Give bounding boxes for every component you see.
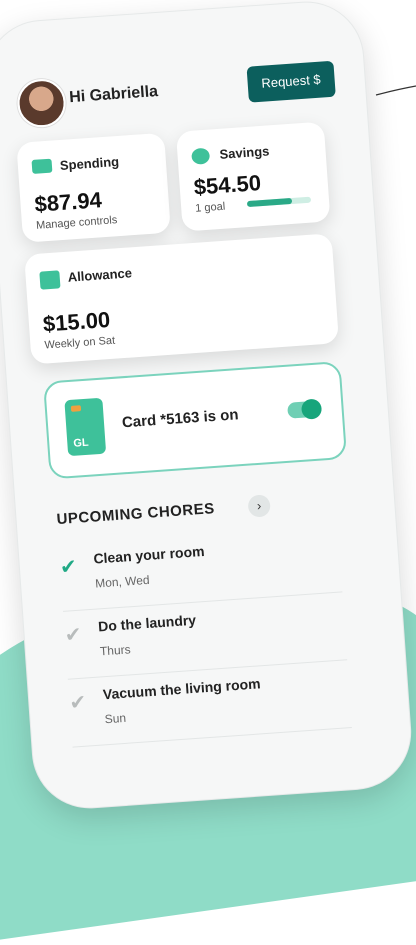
spending-title: Spending — [59, 153, 120, 174]
card-icon — [31, 158, 53, 174]
savings-progress — [246, 196, 312, 208]
card-status-label: Card *5163 is on — [121, 406, 240, 432]
request-money-button[interactable]: Request $ — [246, 60, 336, 103]
chore-title: Do the laundry — [97, 611, 197, 635]
card-brand: GL — [72, 436, 90, 450]
toggle-knob — [300, 398, 323, 420]
allowance-card[interactable]: Allowance $15.00 Weekly on Sat — [24, 233, 340, 365]
piggy-bank-icon — [191, 147, 211, 165]
card-status-panel: GL Card *5163 is on — [43, 360, 348, 480]
card-chip — [70, 405, 82, 412]
chores-heading: UPCOMING CHORES — [56, 500, 216, 529]
savings-amount: $54.50 — [192, 170, 262, 200]
phone-screen: Hi Gabriella Request $ Spending $87.94 M… — [0, 0, 416, 813]
check-icon: ✔ — [64, 623, 83, 647]
allowance-title: Allowance — [67, 265, 133, 285]
header: Hi Gabriella Request $ — [15, 57, 337, 129]
phone-mockup: Hi Gabriella Request $ Spending $87.94 M… — [0, 0, 416, 813]
chore-title: Vacuum the living room — [102, 675, 262, 703]
chore-days: Mon, Wed — [94, 572, 151, 591]
allowance-subtitle: Weekly on Sat — [44, 334, 116, 352]
greeting: Hi Gabriella — [68, 83, 159, 107]
allowance-amount: $15.00 — [42, 306, 111, 337]
card-toggle-switch[interactable] — [287, 398, 323, 420]
savings-title: Savings — [219, 143, 270, 162]
chore-days: Thurs — [99, 642, 132, 659]
check-icon: ✔ — [59, 555, 78, 579]
debit-card-icon: GL — [64, 397, 107, 457]
check-icon: ✔ — [68, 691, 88, 715]
savings-card[interactable]: Savings $54.50 1 goal — [175, 121, 331, 232]
chore-days: Sun — [104, 710, 127, 727]
savings-subtitle: 1 goal — [194, 200, 226, 215]
spending-card[interactable]: Spending $87.94 Manage controls — [16, 132, 171, 243]
savings-progress-fill — [246, 197, 293, 208]
spending-amount: $87.94 — [33, 187, 103, 217]
chevron-right-icon[interactable]: › — [247, 494, 271, 518]
avatar[interactable] — [15, 77, 68, 129]
chore-title: Clean your room — [92, 542, 206, 567]
money-icon — [39, 270, 61, 290]
